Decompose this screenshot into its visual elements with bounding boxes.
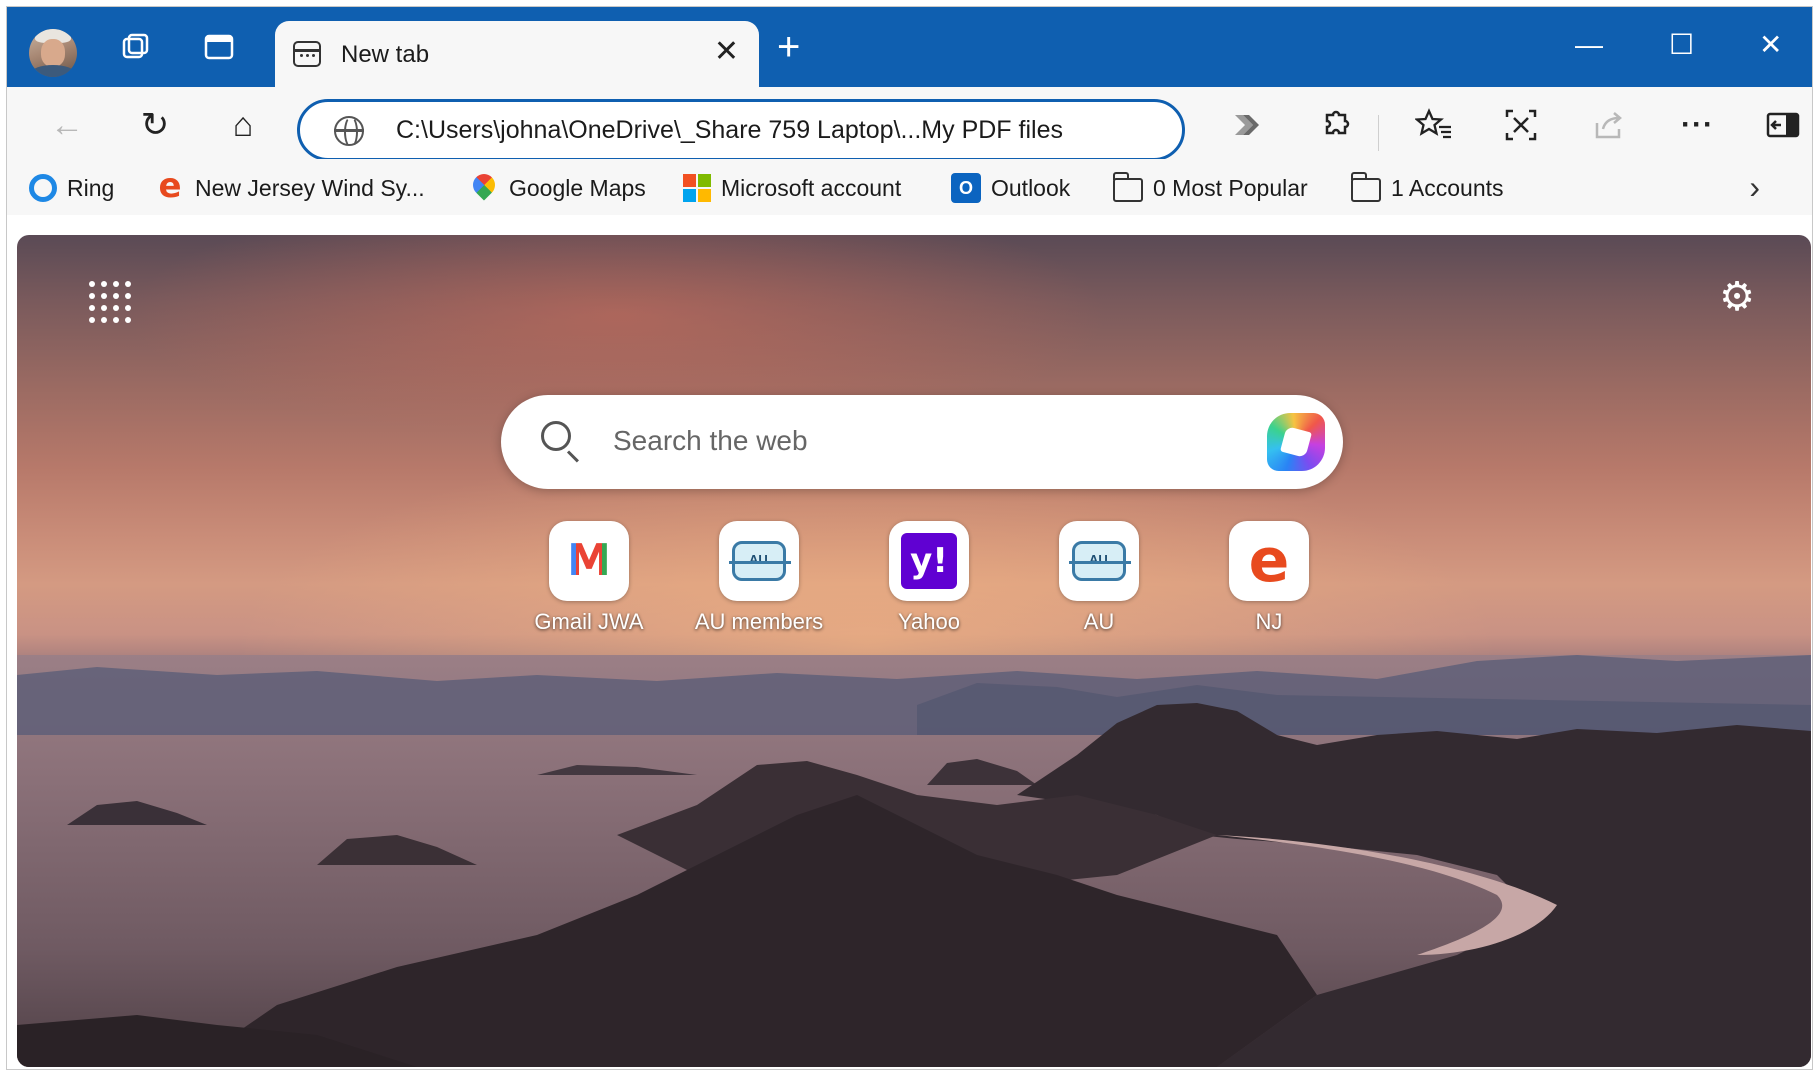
- favorites-icon[interactable]: [1414, 107, 1453, 152]
- home-icon[interactable]: ⌂: [223, 105, 263, 145]
- maps-pin-icon: [468, 169, 500, 203]
- favorite-folder-accounts[interactable]: 1 Accounts: [1350, 172, 1504, 203]
- tab-close-button[interactable]: ✕: [714, 37, 739, 67]
- search-input[interactable]: Search the web: [613, 425, 808, 457]
- new-tab-page-icon: [293, 41, 321, 67]
- toolbar-divider: [1378, 115, 1379, 151]
- minimize-button[interactable]: —: [1575, 31, 1603, 59]
- quick-link-nj[interactable]: e NJ: [1194, 521, 1344, 635]
- favorites-more-chevron-icon[interactable]: ›: [1749, 171, 1760, 203]
- quick-link-gmail-jwa[interactable]: M Gmail JWA: [514, 521, 664, 635]
- new-tab-page: ⚙ Search the web M Gmail JWA AU members …: [17, 235, 1811, 1067]
- favorite-google-maps[interactable]: Google Maps: [468, 169, 646, 203]
- favorite-label: Ring: [67, 174, 115, 201]
- search-icon: [541, 421, 571, 451]
- quick-link-au[interactable]: AU: [1024, 521, 1174, 635]
- e-icon: e: [1229, 521, 1309, 601]
- gmail-icon: M: [549, 521, 629, 601]
- tab-new-tab[interactable]: New tab ✕: [275, 21, 759, 87]
- quick-link-label: NJ: [1255, 609, 1283, 634]
- folder-icon: [1112, 172, 1143, 202]
- favorite-label: New Jersey Wind Sy...: [195, 174, 425, 201]
- e-icon: e: [158, 166, 182, 206]
- close-window-button[interactable]: ✕: [1759, 31, 1782, 59]
- browser-window: New tab ✕ + — ☐ ✕ ← ↻ ⌂ C:\Users\johna\O…: [6, 6, 1813, 1070]
- quick-link-label: AU: [1083, 609, 1115, 634]
- vertical-tabs-icon[interactable]: [193, 21, 245, 73]
- favorite-folder-most-popular[interactable]: 0 Most Popular: [1112, 172, 1308, 203]
- address-url[interactable]: C:\Users\johna\OneDrive\_Share 759 Lapto…: [396, 116, 1063, 145]
- favorite-label: 1 Accounts: [1391, 174, 1504, 201]
- favorite-microsoft-account[interactable]: Microsoft account: [683, 173, 901, 203]
- quick-link-yahoo[interactable]: y! Yahoo: [854, 521, 1004, 635]
- back-icon[interactable]: ←: [47, 105, 87, 145]
- landscape-illustration: [17, 655, 1811, 1067]
- tab-title: New tab: [341, 41, 430, 68]
- favorite-label: 0 Most Popular: [1153, 174, 1308, 201]
- quick-link-label: AU members: [694, 609, 824, 634]
- new-tab-button[interactable]: +: [777, 27, 800, 67]
- favorite-new-jersey-wind[interactable]: e New Jersey Wind Sy...: [155, 166, 425, 206]
- microsoft-icon: [683, 174, 711, 202]
- favorites-bar: Ring e New Jersey Wind Sy... Google Maps…: [7, 159, 1812, 215]
- favorite-outlook[interactable]: O Outlook: [951, 173, 1070, 203]
- ring-icon: [29, 174, 57, 202]
- globe-icon[interactable]: [334, 116, 364, 148]
- share-icon[interactable]: [1591, 107, 1627, 152]
- web-search-box[interactable]: Search the web: [501, 395, 1343, 489]
- quick-link-au-members[interactable]: AU members: [684, 521, 834, 635]
- screenshot-icon[interactable]: [1503, 107, 1539, 152]
- apps-launcher-icon[interactable]: [89, 281, 131, 323]
- favorite-label: Outlook: [991, 174, 1071, 201]
- extensions-icon[interactable]: [1317, 107, 1353, 152]
- read-aloud-icon[interactable]: [1229, 107, 1265, 152]
- au-icon: [719, 521, 799, 601]
- au-icon: [1059, 521, 1139, 601]
- toolbar: ← ↻ ⌂ C:\Users\johna\OneDrive\_Share 759…: [7, 87, 1812, 161]
- yahoo-icon: y!: [889, 521, 969, 601]
- quick-link-label: Yahoo: [898, 609, 960, 634]
- profile-avatar[interactable]: [29, 29, 77, 77]
- title-bar: New tab ✕ + — ☐ ✕: [7, 7, 1812, 87]
- favorite-label: Microsoft account: [721, 174, 902, 201]
- workspaces-icon[interactable]: [109, 21, 161, 73]
- quick-link-label: Gmail JWA: [534, 609, 644, 634]
- copilot-icon[interactable]: [1267, 413, 1325, 471]
- sidebar-icon[interactable]: [1765, 107, 1801, 152]
- favorite-label: Google Maps: [509, 174, 646, 201]
- more-icon[interactable]: ···: [1681, 107, 1714, 143]
- favorite-ring[interactable]: Ring: [29, 173, 114, 203]
- maximize-button[interactable]: ☐: [1669, 31, 1694, 59]
- refresh-icon[interactable]: ↻: [135, 105, 175, 145]
- address-bar[interactable]: C:\Users\johna\OneDrive\_Share 759 Lapto…: [297, 99, 1185, 161]
- page-settings-gear-icon[interactable]: ⚙: [1719, 275, 1755, 319]
- folder-icon: [1350, 172, 1381, 202]
- outlook-icon: O: [951, 173, 981, 203]
